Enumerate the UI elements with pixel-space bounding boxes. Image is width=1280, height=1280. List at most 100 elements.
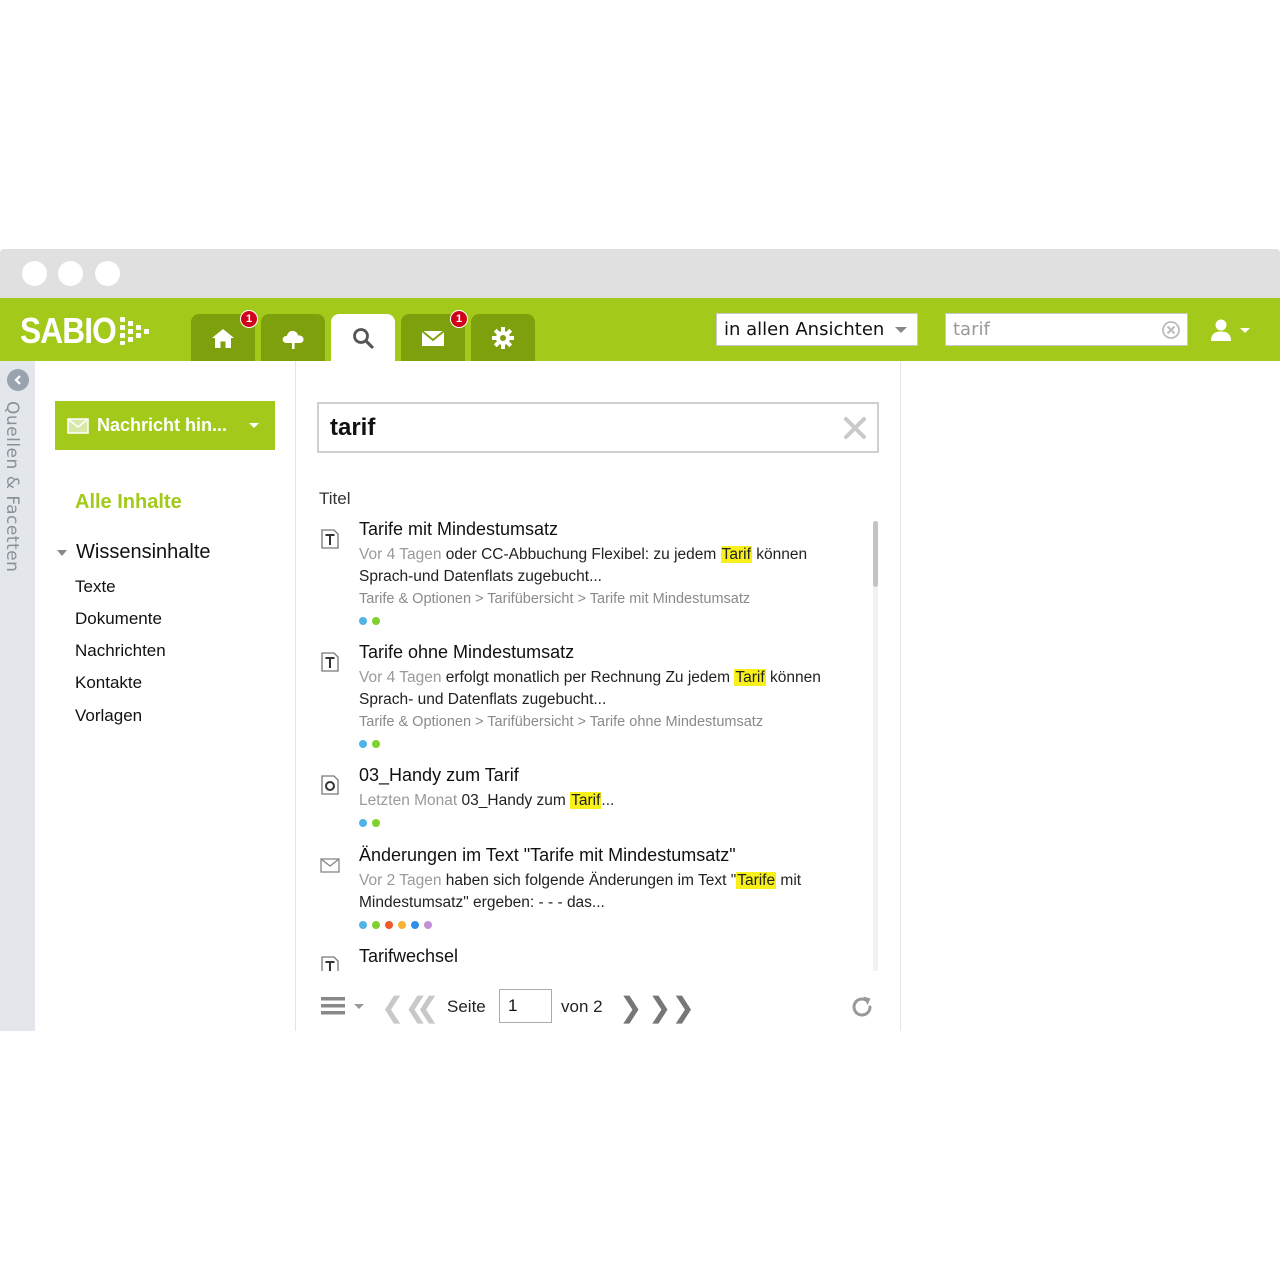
search-hit: Tarif: [570, 792, 602, 809]
list-menu-icon[interactable]: [321, 995, 345, 1017]
text-document-icon: [321, 529, 339, 549]
chevron-left-icon: [14, 375, 21, 385]
message-envelope-icon: [320, 858, 340, 873]
search-icon: [353, 327, 374, 349]
result-source-dots: [359, 921, 432, 929]
rail-toggle-button[interactable]: [7, 369, 29, 391]
result-snippet: Vor 4 Tagen erfolgt monatlich per Rechnu…: [359, 667, 854, 711]
result-age: Letzten Monat: [359, 792, 458, 809]
app-window: SABIO 1 1 in allen Ansichten tarif Quell…: [0, 249, 1280, 1031]
result-snippet: Letzten Monat 03_Handy zum Tarif...: [359, 790, 854, 812]
result-snippet: Vor 2 Tagen haben sich folgende Änderung…: [359, 870, 854, 914]
sidebar-item-dokumente[interactable]: Dokumente: [75, 609, 162, 629]
window-minimize-dot[interactable]: [58, 261, 83, 286]
result-title[interactable]: Tarife ohne Mindestumsatz: [359, 642, 574, 663]
sabio-logo[interactable]: SABIO: [20, 310, 149, 351]
search-hit: Tarif: [734, 669, 766, 686]
source-dot: [359, 617, 367, 625]
tab-search[interactable]: [331, 314, 395, 361]
scrollbar-thumb[interactable]: [873, 521, 878, 587]
page-count-label: von 2: [561, 997, 603, 1016]
result-item[interactable]: 03_Handy zum Tarif Letzten Monat 03_Hand…: [316, 765, 856, 843]
source-dot: [359, 921, 367, 929]
result-title[interactable]: Änderungen im Text "Tarife mit Mindestum…: [359, 845, 736, 866]
result-item[interactable]: Tarife mit Mindestumsatz Vor 4 Tagen ode…: [316, 519, 856, 639]
previous-page-icon[interactable]: ❮: [416, 991, 439, 1024]
source-dot: [372, 740, 380, 748]
result-item[interactable]: Tarife ohne Mindestumsatz Vor 4 Tagen er…: [316, 642, 856, 762]
sidebar-group-label: Wissensinhalte: [76, 541, 211, 563]
text-document-icon: [321, 956, 339, 971]
logo-dots-icon: [120, 317, 152, 345]
result-item[interactable]: Änderungen im Text "Tarife mit Mindestum…: [316, 845, 856, 945]
result-age: Vor 4 Tagen: [359, 669, 442, 686]
window-close-dot[interactable]: [22, 261, 47, 286]
mail-icon: [421, 329, 445, 346]
sidebar-item-nachrichten[interactable]: Nachrichten: [75, 641, 166, 661]
source-dot: [372, 921, 380, 929]
facets-rail: Quellen & Facetten: [0, 361, 35, 1031]
source-dot: [372, 819, 380, 827]
sidebar-item-kontakte[interactable]: Kontakte: [75, 673, 142, 693]
search-results-panel: tarif Titel Tarife mit Mindestumsatz Vor…: [296, 361, 901, 1031]
header-search-input[interactable]: tarif: [945, 313, 1188, 346]
tab-home[interactable]: 1: [191, 310, 258, 361]
main-search-input[interactable]: tarif: [317, 402, 879, 453]
snippet-text: haben sich folgende Änderungen im Text ": [441, 872, 737, 889]
refresh-icon[interactable]: [849, 994, 875, 1020]
source-dot: [424, 921, 432, 929]
gear-icon: [492, 326, 514, 349]
tab-cloud[interactable]: [261, 314, 325, 361]
cloud-icon: [282, 330, 304, 349]
chevron-down-icon[interactable]: [354, 1004, 364, 1009]
sidebar-item-vorlagen[interactable]: Vorlagen: [75, 706, 142, 726]
document-file-icon: [321, 775, 339, 795]
window-zoom-dot[interactable]: [95, 261, 120, 286]
sidebar-item-all-content[interactable]: Alle Inhalte: [75, 491, 182, 514]
header-search-value: tarif: [953, 319, 990, 340]
window-titlebar: [0, 249, 1280, 298]
result-item[interactable]: Tarifwechsel: [316, 946, 856, 971]
snippet-text: erfolgt monatlich per Rechnung Zu jedem: [441, 669, 735, 686]
scope-select[interactable]: in allen Ansichten: [716, 313, 918, 346]
tab-settings[interactable]: [471, 314, 535, 361]
close-icon[interactable]: [841, 414, 869, 442]
home-badge: 1: [240, 310, 258, 328]
chevron-down-icon[interactable]: [249, 423, 259, 428]
rail-label[interactable]: Quellen & Facetten: [2, 401, 22, 572]
result-title[interactable]: Tarifwechsel: [359, 946, 458, 967]
result-title[interactable]: Tarife mit Mindestumsatz: [359, 519, 558, 540]
result-breadcrumb: Tarife & Optionen > Tarifübersicht > Tar…: [359, 714, 764, 730]
snippet-text: oder CC-Abbuchung Flexibel: zu jedem: [441, 546, 721, 563]
clear-search-icon[interactable]: [1161, 320, 1181, 340]
sidebar-item-texte[interactable]: Texte: [75, 577, 116, 597]
result-source-dots: [359, 740, 380, 748]
source-dot: [385, 921, 393, 929]
source-dot: [398, 921, 406, 929]
page-number-input[interactable]: 1: [499, 989, 552, 1023]
compose-message-button[interactable]: Nachricht hin...: [55, 401, 275, 450]
main-search-value: tarif: [330, 413, 376, 441]
page-label: Seite: [447, 997, 486, 1016]
result-source-dots: [359, 819, 380, 827]
snippet-text: 03_Handy zum: [457, 792, 571, 809]
result-age: Vor 2 Tagen: [359, 872, 442, 889]
user-menu-button[interactable]: [1208, 315, 1258, 345]
column-header-title[interactable]: Titel: [319, 489, 351, 509]
last-page-icon[interactable]: ❯❯: [648, 991, 695, 1024]
result-age: Vor 4 Tagen: [359, 546, 442, 563]
result-snippet: Vor 4 Tagen oder CC-Abbuchung Flexibel: …: [359, 544, 854, 588]
compose-message-label: Nachricht hin...: [97, 415, 228, 435]
next-page-icon[interactable]: ❯: [619, 991, 642, 1024]
snippet-text: ...: [601, 792, 615, 809]
source-dot: [411, 921, 419, 929]
results-scrollbar[interactable]: [873, 521, 878, 971]
source-dot: [372, 617, 380, 625]
envelope-icon: [67, 417, 89, 434]
logo-text: SABIO: [20, 310, 117, 351]
sidebar-group-knowledge[interactable]: Wissensinhalte: [57, 541, 211, 564]
tab-messages[interactable]: 1: [401, 310, 468, 361]
result-breadcrumb: Tarife & Optionen > Tarifübersicht > Tar…: [359, 591, 751, 607]
source-dot: [359, 819, 367, 827]
result-title[interactable]: 03_Handy zum Tarif: [359, 765, 519, 786]
